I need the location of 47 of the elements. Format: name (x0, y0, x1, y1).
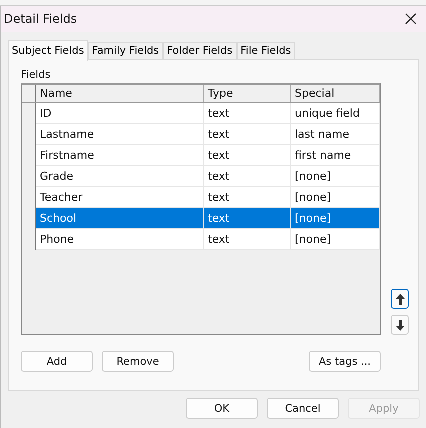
table-cell: [none] (291, 187, 380, 208)
tab[interactable]: Family Fields (88, 42, 164, 59)
table-cell: Lastname (36, 124, 204, 145)
arrow-up-icon (396, 294, 404, 304)
table-cell: Teacher (36, 187, 204, 208)
table-cell: School (36, 208, 204, 229)
tab[interactable]: Folder Fields (163, 42, 237, 59)
tab[interactable]: File Fields (236, 42, 296, 59)
fields-label: Fields (21, 69, 52, 82)
table-cell: last name (291, 124, 380, 145)
table-cell: text (204, 187, 291, 208)
table-cell: Grade (36, 166, 204, 187)
table-cell: [none] (291, 208, 380, 229)
table-cell: text (204, 229, 291, 250)
window-title: Detail Fields (4, 12, 78, 26)
as-tags-button[interactable]: As tags ... (309, 351, 381, 372)
arrow-down-icon (396, 320, 404, 330)
table-cell: text (204, 166, 291, 187)
table-row[interactable]: Phone text [none] (22, 229, 380, 250)
table-cell: unique field (291, 103, 380, 124)
table-cell: Firstname (36, 145, 204, 166)
table-cell: text (204, 103, 291, 124)
move-down-button[interactable] (391, 315, 409, 335)
table-row[interactable]: Teacher text [none] (22, 187, 380, 208)
table-row[interactable]: ID text unique field (22, 103, 380, 124)
list-button[interactable]: Remove (102, 351, 174, 372)
table-row[interactable]: Grade text [none] (22, 166, 380, 187)
table-row[interactable]: Firstname text first name (22, 145, 380, 166)
table-cell: [none] (291, 166, 380, 187)
list-button[interactable]: Add (21, 351, 93, 372)
table-cell: first name (291, 145, 380, 166)
table-row[interactable]: Lastname text last name (22, 124, 380, 145)
dialog-button[interactable]: Cancel (267, 398, 339, 419)
table-cell: ID (36, 103, 204, 124)
column-header[interactable]: Special (291, 85, 380, 102)
move-up-button[interactable] (391, 289, 409, 309)
column-header[interactable]: Name (36, 85, 204, 102)
dialog-button[interactable]: OK (186, 398, 258, 419)
table-cell: text (204, 208, 291, 229)
table-cell: text (204, 124, 291, 145)
table-cell: text (204, 145, 291, 166)
table-row[interactable]: School text [none] (22, 208, 380, 229)
column-header[interactable]: Type (204, 85, 291, 102)
tab[interactable]: Subject Fields (8, 40, 88, 61)
table-cell: Phone (36, 229, 204, 250)
close-icon[interactable] (405, 13, 417, 25)
table-cell: [none] (291, 229, 380, 250)
